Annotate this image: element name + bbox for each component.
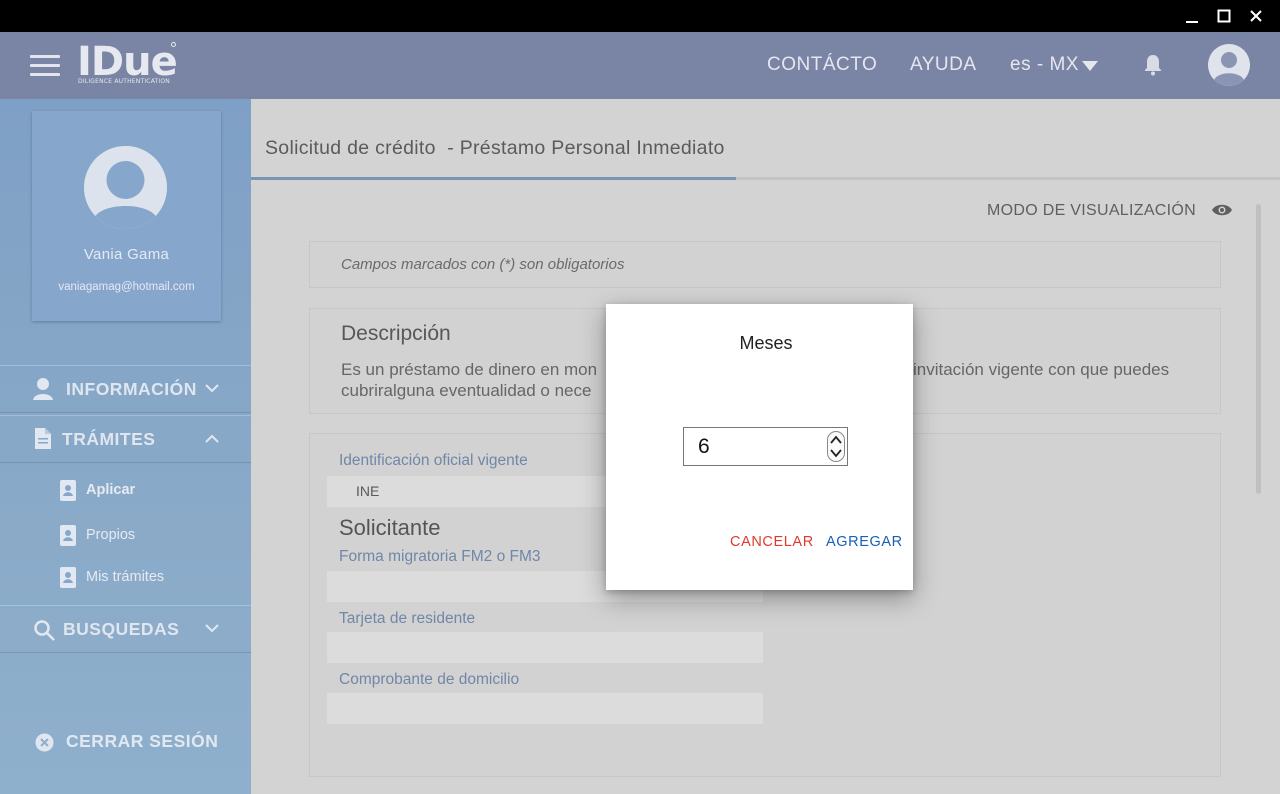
caret-down-icon[interactable]	[1082, 61, 1098, 71]
help-link[interactable]: AYUDA	[910, 54, 977, 76]
scrollbar[interactable]	[1256, 204, 1261, 494]
number-spinner[interactable]	[827, 431, 845, 462]
sidebar-subitem-label: Propios	[86, 527, 136, 543]
logout-button[interactable]: CERRAR SESIÓN	[0, 725, 251, 761]
tab-active-indicator	[251, 177, 736, 180]
field-label-comprobante-domicilio: Comprobante de domicilio	[339, 671, 520, 688]
profile-avatar	[84, 146, 167, 229]
required-notice: Campos marcados con (*) son obligatorios	[309, 241, 1221, 288]
sidebar-subitem-propios[interactable]: Propios	[0, 516, 251, 556]
description-title: Descripción	[341, 322, 451, 345]
sidebar: Vania Gama vaniagamag@hotmail.com INFORM…	[0, 99, 251, 794]
sidebar-item-label: INFORMACIÓN	[66, 379, 197, 399]
cancel-button[interactable]: CANCELAR	[730, 534, 814, 550]
sidebar-subitem-label: Mis trámites	[86, 569, 165, 585]
description-line-1-left: Es un préstamo de dinero en mon	[341, 360, 598, 379]
maximize-button[interactable]	[1208, 0, 1240, 32]
sidebar-subitem-mis-tramites[interactable]: Mis trámites	[0, 558, 251, 598]
sidebar-subitem-aplicar[interactable]: Aplicar	[0, 471, 251, 511]
section-title-solicitante: Solicitante	[339, 515, 441, 540]
profile-name: Vania Gama	[83, 246, 170, 263]
bell-icon[interactable]	[1143, 54, 1163, 76]
required-notice-text: Campos marcados con (*) son obligatorios	[341, 256, 625, 273]
registered-mark-icon	[171, 42, 176, 47]
dialog-title: Meses	[739, 333, 793, 353]
sidebar-item-informacion[interactable]: INFORMACIÓN	[0, 365, 251, 413]
page-title: Solicitud de crédito - Préstamo Personal…	[265, 137, 725, 159]
logout-label: CERRAR SESIÓN	[66, 731, 219, 751]
field-tarjeta-residente[interactable]	[327, 632, 763, 663]
minimize-button[interactable]	[1176, 0, 1208, 32]
id-badge-icon	[60, 525, 76, 546]
spinner-arrows-icon	[830, 435, 842, 458]
app-header: IDue DILIGENCE AUTHENTICATION CONTÁCTO A…	[0, 32, 1280, 99]
logo-subtitle: DILIGENCE AUTHENTICATION	[78, 78, 170, 85]
view-mode-label: MODO DE VISUALIZACIÓN	[987, 202, 1196, 219]
search-icon	[34, 620, 55, 641]
window-titlebar	[0, 0, 1280, 32]
field-label-forma-migratoria: Forma migratoria FM2 o FM3	[339, 548, 541, 565]
chevron-down-icon	[205, 624, 219, 633]
field-label-tarjeta-residente: Tarjeta de residente	[339, 610, 476, 627]
sidebar-item-label: TRÁMITES	[62, 429, 156, 449]
person-avatar-icon	[84, 146, 167, 229]
user-avatar[interactable]	[1208, 44, 1250, 86]
sidebar-item-busquedas[interactable]: BUSQUEDAS	[0, 605, 251, 653]
sidebar-subitem-label: Aplicar	[86, 482, 136, 498]
field-value: INE	[356, 483, 380, 499]
app-logo: IDue DILIGENCE AUTHENTICATION	[77, 40, 187, 90]
language-selector[interactable]: es - MX	[1010, 54, 1079, 76]
field-comprobante-domicilio[interactable]	[327, 693, 763, 724]
sidebar-item-label: BUSQUEDAS	[63, 619, 180, 639]
description-line-2: cubriralguna eventualidad o nece	[341, 381, 592, 400]
person-icon	[33, 378, 53, 400]
user-avatar-icon	[1208, 44, 1250, 86]
sidebar-item-tramites[interactable]: TRÁMITES	[0, 415, 251, 463]
hamburger-menu-icon[interactable]	[30, 55, 60, 77]
months-dialog: Meses 6 CANCELAR AGREGAR	[606, 304, 913, 590]
chevron-up-icon	[205, 434, 219, 443]
maximize-icon	[1217, 9, 1231, 23]
minimize-icon	[1186, 21, 1198, 23]
close-circle-icon	[35, 733, 54, 752]
close-icon	[1250, 10, 1262, 22]
id-badge-icon	[60, 480, 76, 501]
months-value: 6	[698, 435, 710, 458]
eye-icon[interactable]	[1211, 203, 1233, 217]
document-icon	[35, 428, 51, 449]
description-line-1-right: invitación vigente con que puedes	[913, 360, 1170, 379]
chevron-down-icon	[205, 384, 219, 393]
field-label-identificacion: Identificación oficial vigente	[339, 452, 528, 469]
profile-email: vaniagamag@hotmail.com	[58, 281, 195, 293]
months-number-input[interactable]: 6	[683, 427, 848, 466]
add-button[interactable]: AGREGAR	[826, 534, 903, 550]
profile-card: Vania Gama vaniagamag@hotmail.com	[32, 111, 221, 321]
contact-link[interactable]: CONTÁCTO	[767, 54, 877, 76]
close-window-button[interactable]	[1240, 0, 1272, 32]
id-badge-icon	[60, 567, 76, 588]
